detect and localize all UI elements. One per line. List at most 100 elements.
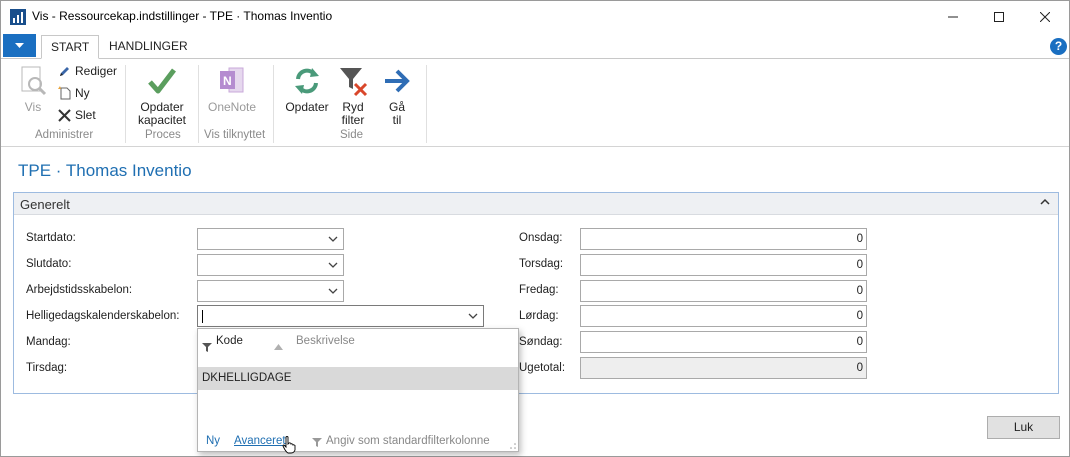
advanced-link[interactable]: Avanceret (234, 435, 286, 447)
set-default-filter-link[interactable]: Angiv som standardfilterkolonne (326, 435, 490, 447)
soendag-label: Søndag: (519, 336, 563, 348)
soendag-field[interactable]: 0 (580, 331, 867, 353)
maximize-icon (994, 11, 1004, 22)
ribbon: Vis Rediger Ny Slet Administrer Opdater … (1, 58, 1069, 147)
arrow-right-icon (385, 69, 410, 93)
resize-grip-icon[interactable] (508, 441, 516, 449)
vis-label: Vis (24, 100, 42, 114)
ugetotal-label: Ugetotal: (519, 362, 566, 374)
arbejdstidsskabelon-field[interactable] (197, 280, 344, 302)
minimize-icon (948, 16, 958, 17)
filter-icon (312, 438, 322, 447)
sort-ascending-icon[interactable] (274, 344, 283, 350)
tirsdag-label: Tirsdag: (26, 362, 68, 374)
ryd-filter-label-2: filter (341, 113, 365, 127)
startdato-field[interactable] (197, 228, 344, 250)
app-window: Vis - Ressourcekap.indstillinger - TPE ·… (0, 0, 1070, 457)
opdater-kapacitet-button[interactable]: Opdater kapacitet (133, 65, 191, 127)
app-icon (10, 9, 26, 25)
hand-cursor-icon (282, 436, 296, 454)
onenote-label: OneNote (207, 100, 257, 114)
title-bar: Vis - Ressourcekap.indstillinger - TPE ·… (1, 1, 1069, 32)
ny-label: Ny (75, 86, 90, 100)
onsdag-label: Onsdag: (519, 232, 563, 244)
loerdag-field[interactable]: 0 (580, 305, 867, 327)
group-label-administrer: Administrer (35, 129, 94, 141)
new-document-icon (58, 86, 71, 100)
chevron-down-icon[interactable] (328, 288, 338, 295)
column-header-beskrivelse[interactable]: Beskrivelse (296, 335, 355, 347)
rediger-button[interactable]: Rediger (58, 64, 117, 78)
vis-button[interactable]: Vis (15, 65, 51, 114)
luk-button[interactable]: Luk (987, 416, 1060, 439)
ugetotal-field: 0 (580, 357, 867, 379)
fredag-field[interactable]: 0 (580, 280, 867, 302)
fredag-label: Fredag: (519, 284, 559, 296)
mandag-label: Mandag: (26, 336, 71, 348)
gaa-til-button[interactable]: Gå til (381, 65, 413, 127)
ny-button[interactable]: Ny (58, 86, 90, 100)
helligdagskalenderskabelon-label: Helligedagskalenderskabelon: (26, 310, 180, 322)
chevron-down-icon (15, 42, 24, 48)
filter-icon[interactable] (202, 343, 212, 352)
slutdato-label: Slutdato: (26, 258, 72, 270)
list-item[interactable]: DKHELLIGDAGE (198, 367, 518, 390)
minimize-button[interactable] (930, 1, 976, 32)
chevron-down-icon[interactable] (468, 313, 478, 320)
fasttab-title: Generelt (20, 197, 70, 212)
help-button[interactable]: ? (1050, 38, 1067, 55)
gaa-til-label-1: Gå (388, 100, 405, 114)
opdater-kapacitet-label-1: Opdater (140, 100, 184, 114)
svg-text:N: N (223, 74, 232, 88)
arbejdstidsskabelon-label: Arbejdstidsskabelon: (26, 284, 133, 296)
file-menu-button[interactable] (3, 34, 36, 57)
ribbon-separator (273, 65, 274, 143)
window-title: Vis - Ressourcekap.indstillinger - TPE ·… (32, 9, 333, 23)
torsdag-field[interactable]: 0 (580, 254, 867, 276)
close-icon (1040, 11, 1050, 22)
onenote-icon: N (220, 67, 244, 93)
ribbon-separator (426, 65, 427, 143)
list-item-kode: DKHELLIGDAGE (202, 372, 292, 384)
lookup-dropdown: Kode Beskrivelse DKHELLIGDAGE Ny Avancer… (197, 328, 519, 454)
opdater-button[interactable]: Opdater (282, 65, 332, 114)
view-icon (21, 66, 47, 96)
chevron-down-icon[interactable] (328, 236, 338, 243)
slet-button[interactable]: Slet (58, 108, 96, 122)
clear-filter-icon (340, 68, 368, 97)
ryd-filter-label-1: Ryd (342, 100, 364, 114)
chevron-down-icon[interactable] (328, 262, 338, 269)
close-window-button[interactable] (1022, 1, 1068, 32)
tab-start[interactable]: START (41, 35, 100, 59)
loerdag-label: Lørdag: (519, 310, 559, 322)
helligdagskalenderskabelon-field[interactable] (197, 305, 484, 327)
ribbon-separator (198, 65, 199, 143)
torsdag-label: Torsdag: (519, 258, 564, 270)
group-label-proces: Proces (145, 129, 181, 141)
column-header-kode[interactable]: Kode (216, 335, 243, 347)
gaa-til-label-2: til (392, 113, 402, 127)
opdater-label: Opdater (285, 100, 329, 114)
rediger-label: Rediger (75, 64, 118, 78)
ryd-filter-button[interactable]: Ryd filter (337, 65, 369, 127)
pencil-icon (60, 66, 69, 76)
checkmark-icon (148, 68, 176, 94)
text-caret (202, 310, 203, 323)
page-title: TPE · Thomas Inventio (18, 161, 192, 180)
refresh-icon (295, 68, 319, 94)
fasttab-header[interactable]: Generelt (14, 193, 1058, 215)
onenote-button[interactable]: N OneNote (204, 65, 260, 114)
delete-icon (58, 108, 71, 122)
group-label-vis-tilknyttet: Vis tilknyttet (204, 129, 266, 141)
slutdato-field[interactable] (197, 254, 344, 276)
slet-label: Slet (75, 108, 96, 122)
group-label-side: Side (340, 129, 364, 141)
new-link[interactable]: Ny (206, 435, 220, 447)
ribbon-separator (125, 65, 126, 143)
maximize-button[interactable] (976, 1, 1022, 32)
onsdag-field[interactable]: 0 (580, 228, 867, 250)
opdater-kapacitet-label-2: kapacitet (137, 113, 187, 127)
tab-handlinger[interactable]: HANDLINGER (100, 35, 197, 59)
chevron-up-icon[interactable] (1040, 198, 1050, 206)
startdato-label: Startdato: (26, 232, 76, 244)
